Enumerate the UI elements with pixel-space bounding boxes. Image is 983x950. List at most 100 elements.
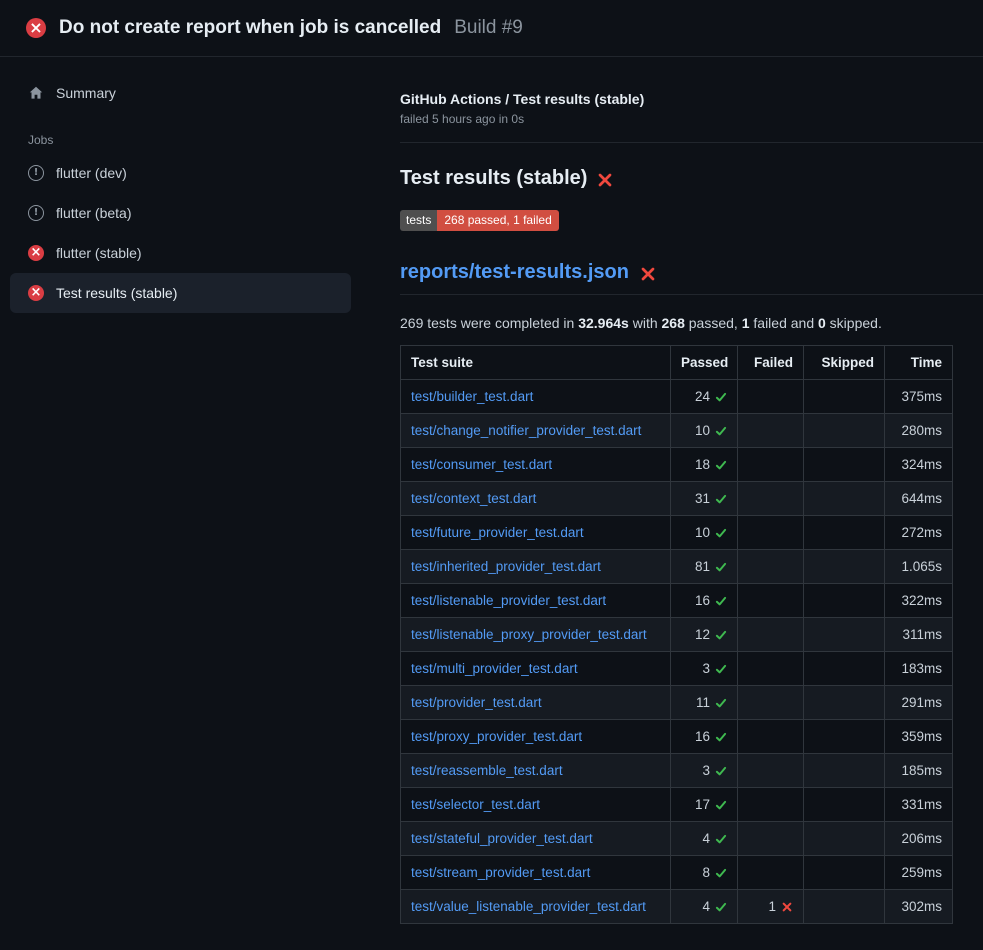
table-row: test/context_test.dart 31 644ms — [401, 482, 953, 516]
passed-count: 3 — [702, 661, 710, 676]
summary-text: skipped. — [826, 315, 882, 331]
check-icon — [715, 391, 727, 403]
table-row: test/proxy_provider_test.dart 16 359ms — [401, 720, 953, 754]
breadcrumb[interactable]: GitHub Actions / Test results (stable) — [400, 91, 983, 107]
table-row: test/future_provider_test.dart 10 272ms — [401, 516, 953, 550]
time-cell: 1.065s — [885, 550, 953, 584]
skipped-cell — [804, 414, 885, 448]
failed-cell — [738, 618, 804, 652]
sidebar-job-item[interactable]: flutter (beta) — [10, 193, 351, 233]
passed-cell: 81 — [671, 550, 738, 584]
passed-cell: 16 — [671, 584, 738, 618]
run-title: Do not create report when job is cancell… — [59, 17, 441, 39]
passed-count: 18 — [695, 457, 710, 472]
suite-link[interactable]: test/consumer_test.dart — [411, 457, 552, 472]
passed-cell: 18 — [671, 448, 738, 482]
suite-link[interactable]: test/value_listenable_provider_test.dart — [411, 899, 646, 914]
check-icon — [715, 459, 727, 471]
check-icon — [715, 731, 727, 743]
passed-cell: 3 — [671, 754, 738, 788]
summary-text: with — [629, 315, 662, 331]
passed-cell: 10 — [671, 414, 738, 448]
failed-cell — [738, 754, 804, 788]
summary-passed-count: 268 — [662, 315, 685, 331]
failed-cell — [738, 686, 804, 720]
skipped-cell — [804, 788, 885, 822]
sidebar-job-item[interactable]: flutter (stable) — [10, 233, 351, 273]
tests-badge: tests 268 passed, 1 failed — [400, 210, 559, 231]
summary-duration: 32.964s — [578, 315, 629, 331]
suite-link[interactable]: test/selector_test.dart — [411, 797, 540, 812]
suite-link[interactable]: test/stream_provider_test.dart — [411, 865, 590, 880]
failed-cell — [738, 414, 804, 448]
table-row: test/builder_test.dart 24 375ms — [401, 380, 953, 414]
passed-cell: 4 — [671, 822, 738, 856]
report-link[interactable]: reports/test-results.json — [400, 261, 629, 284]
time-cell: 302ms — [885, 890, 953, 924]
time-cell: 375ms — [885, 380, 953, 414]
time-cell: 183ms — [885, 652, 953, 686]
suite-link[interactable]: test/reassemble_test.dart — [411, 763, 563, 778]
table-row: test/listenable_proxy_provider_test.dart… — [401, 618, 953, 652]
suite-link[interactable]: test/builder_test.dart — [411, 389, 533, 404]
suite-link[interactable]: test/change_notifier_provider_test.dart — [411, 423, 641, 438]
suite-link[interactable]: test/inherited_provider_test.dart — [411, 559, 601, 574]
time-cell: 206ms — [885, 822, 953, 856]
home-icon — [28, 85, 44, 101]
suite-link[interactable]: test/proxy_provider_test.dart — [411, 729, 582, 744]
suite-link[interactable]: test/listenable_proxy_provider_test.dart — [411, 627, 647, 642]
check-icon — [715, 425, 727, 437]
table-row: test/provider_test.dart 11 291ms — [401, 686, 953, 720]
passed-count: 12 — [695, 627, 710, 642]
suite-link[interactable]: test/listenable_provider_test.dart — [411, 593, 606, 608]
sidebar-job-item[interactable]: Test results (stable) — [10, 273, 351, 313]
table-row: test/listenable_provider_test.dart 16 32… — [401, 584, 953, 618]
check-icon — [715, 595, 727, 607]
check-icon — [715, 799, 727, 811]
skipped-cell — [804, 584, 885, 618]
passed-count: 8 — [702, 865, 710, 880]
table-header-row: Test suite Passed Failed Skipped Time — [401, 346, 953, 380]
summary-text: 269 tests were completed in — [400, 315, 578, 331]
col-time: Time — [885, 346, 953, 380]
passed-cell: 12 — [671, 618, 738, 652]
failed-cell — [738, 856, 804, 890]
check-icon — [715, 629, 727, 641]
sidebar-job-item[interactable]: flutter (dev) — [10, 153, 351, 193]
jobs-list: flutter (dev) flutter (beta) flutter (st… — [0, 153, 400, 313]
passed-count: 17 — [695, 797, 710, 812]
failed-cell — [738, 380, 804, 414]
suite-link[interactable]: test/stateful_provider_test.dart — [411, 831, 593, 846]
suite-link[interactable]: test/future_provider_test.dart — [411, 525, 584, 540]
passed-cell: 11 — [671, 686, 738, 720]
suite-link[interactable]: test/context_test.dart — [411, 491, 536, 506]
table-row: test/reassemble_test.dart 3 185ms — [401, 754, 953, 788]
x-icon — [781, 901, 793, 913]
failed-x-icon — [597, 172, 613, 188]
passed-count: 10 — [695, 525, 710, 540]
time-cell: 359ms — [885, 720, 953, 754]
suite-link[interactable]: test/provider_test.dart — [411, 695, 542, 710]
suite-link[interactable]: test/multi_provider_test.dart — [411, 661, 578, 676]
table-row: test/change_notifier_provider_test.dart … — [401, 414, 953, 448]
passed-cell: 17 — [671, 788, 738, 822]
job-label: flutter (beta) — [56, 205, 131, 221]
summary-skipped-count: 0 — [818, 315, 826, 331]
skipped-cell — [804, 720, 885, 754]
skipped-cell — [804, 822, 885, 856]
time-cell: 644ms — [885, 482, 953, 516]
passed-count: 16 — [695, 593, 710, 608]
summary-line: 269 tests were completed in 32.964s with… — [400, 315, 983, 331]
sidebar: Summary Jobs flutter (dev) flutter (beta… — [0, 57, 400, 950]
passed-cell: 16 — [671, 720, 738, 754]
jobs-heading: Jobs — [28, 133, 400, 147]
main-content: GitHub Actions / Test results (stable) f… — [400, 57, 983, 950]
passed-count: 31 — [695, 491, 710, 506]
table-row: test/stream_provider_test.dart 8 259ms — [401, 856, 953, 890]
failed-cell — [738, 822, 804, 856]
check-icon — [715, 697, 727, 709]
sidebar-item-summary[interactable]: Summary — [10, 73, 351, 113]
failed-cell — [738, 516, 804, 550]
time-cell: 280ms — [885, 414, 953, 448]
summary-text: failed and — [750, 315, 819, 331]
